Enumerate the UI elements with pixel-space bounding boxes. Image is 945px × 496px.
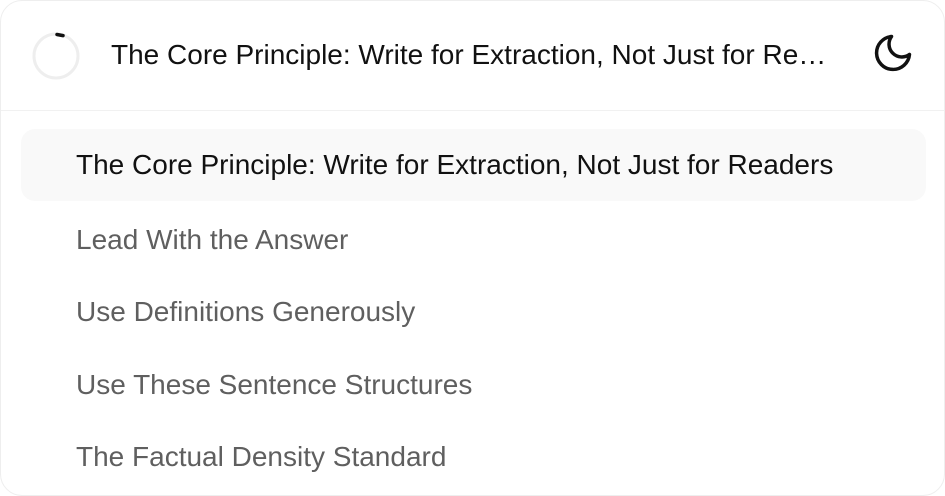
moon-icon — [871, 31, 915, 80]
toc-item-factual-density[interactable]: The Factual Density Standard — [21, 421, 926, 493]
table-of-contents-panel: The Core Principle: Write for Extraction… — [0, 0, 945, 496]
toc-item-lead-with-answer[interactable]: Lead With the Answer — [21, 204, 926, 276]
toc-item-use-definitions[interactable]: Use Definitions Generously — [21, 276, 926, 348]
toc-item-sentence-structures[interactable]: Use These Sentence Structures — [21, 349, 926, 421]
toc-header: The Core Principle: Write for Extraction… — [1, 1, 944, 111]
toc-item-core-principle[interactable]: The Core Principle: Write for Extraction… — [21, 129, 926, 201]
progress-ring-icon — [30, 30, 82, 82]
theme-toggle-button[interactable] — [867, 29, 919, 81]
current-section-title[interactable]: The Core Principle: Write for Extraction… — [111, 35, 833, 75]
